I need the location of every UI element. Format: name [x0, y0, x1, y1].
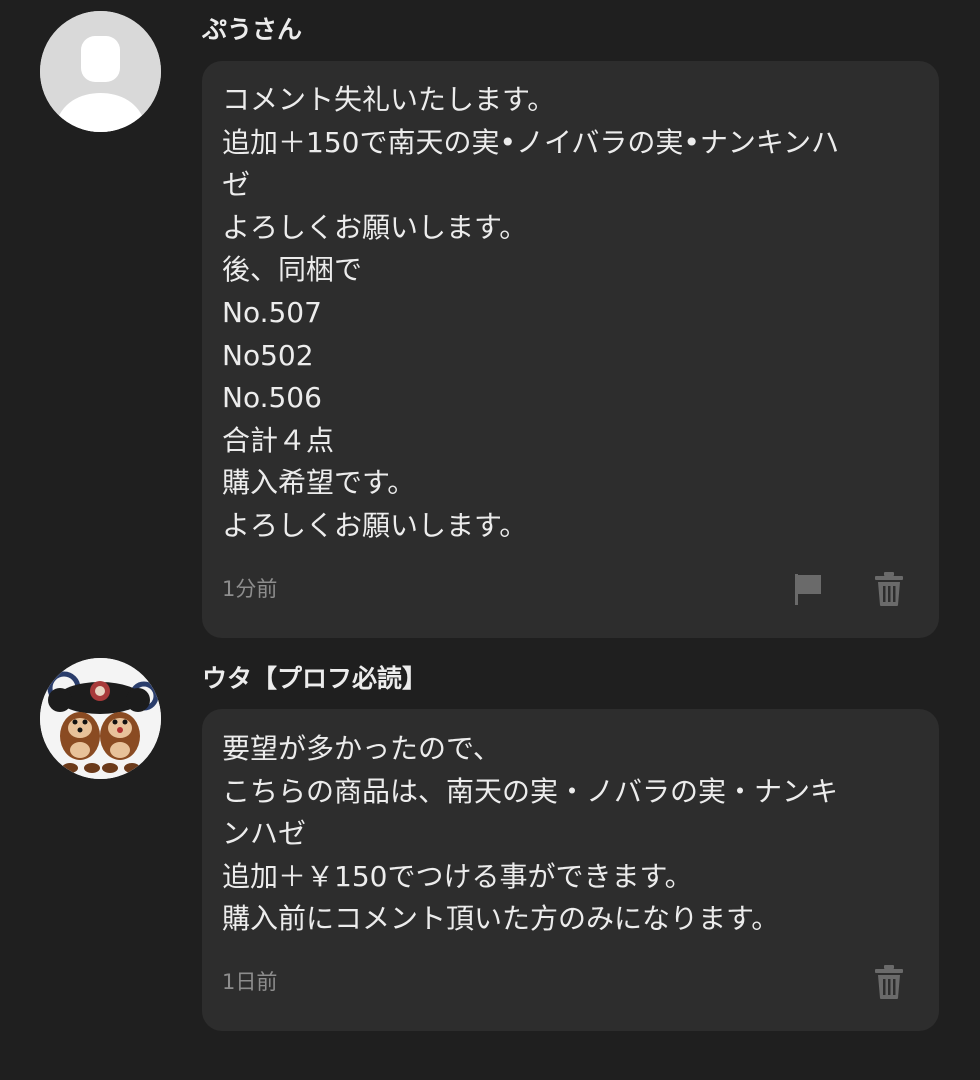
trash-icon — [875, 572, 903, 606]
comment-body: 要望が多かったので、 こちらの商品は、南天の実・ノバラの実・ナンキ ンハゼ 追加… — [222, 728, 909, 941]
comment-bubble: コメント失礼いたします。 追加＋150で南天の実•ノイバラの実•ナンキンハ ゼ … — [202, 61, 939, 638]
comment-timestamp: 1日前 — [222, 970, 278, 994]
comment-line: コメント失礼いたします。 — [222, 83, 556, 116]
comment-line: No.506 — [222, 381, 322, 415]
default-user-icon — [40, 11, 161, 132]
comment-line: No.507 — [222, 295, 322, 329]
user-photo-icon — [40, 658, 161, 779]
trash-icon — [875, 965, 903, 999]
comment-line: 購入希望です。 — [222, 466, 416, 500]
delete-button[interactable] — [869, 569, 909, 609]
comment-line: No502 — [222, 338, 314, 372]
comment-username[interactable]: ウタ【プロフ必読】 — [202, 663, 427, 695]
comment-line: 購入前にコメント頂いた方のみになります。 — [222, 902, 780, 936]
comment-line: 追加＋￥150でつける事ができます。 — [222, 859, 693, 893]
comment-line: ゼ — [222, 168, 251, 202]
comment-timestamp: 1分前 — [222, 577, 278, 601]
comment-username[interactable]: ぷうさん — [202, 14, 302, 46]
delete-button[interactable] — [869, 962, 909, 1002]
avatar-user[interactable] — [40, 658, 161, 779]
comment-line: 合計４点 — [222, 423, 335, 457]
comment-line: 要望が多かったので、 — [222, 732, 501, 765]
comment-body: コメント失礼いたします。 追加＋150で南天の実•ノイバラの実•ナンキンハ ゼ … — [222, 79, 909, 548]
comment-line: ンハゼ — [222, 817, 307, 851]
comment-line: よろしくお願いします。 — [222, 210, 528, 244]
avatar-default[interactable] — [40, 11, 161, 132]
comment-line: 後、同梱で — [222, 253, 363, 287]
comment-line: 追加＋150で南天の実•ノイバラの実•ナンキンハ — [222, 125, 840, 159]
comment-line: よろしくお願いします。 — [222, 508, 528, 542]
comment-line: こちらの商品は、南天の実・ノバラの実・ナンキ — [222, 774, 839, 808]
comment-bubble: 要望が多かったので、 こちらの商品は、南天の実・ノバラの実・ナンキ ンハゼ 追加… — [202, 709, 939, 1031]
flag-icon — [795, 574, 821, 605]
report-button[interactable] — [788, 569, 828, 609]
